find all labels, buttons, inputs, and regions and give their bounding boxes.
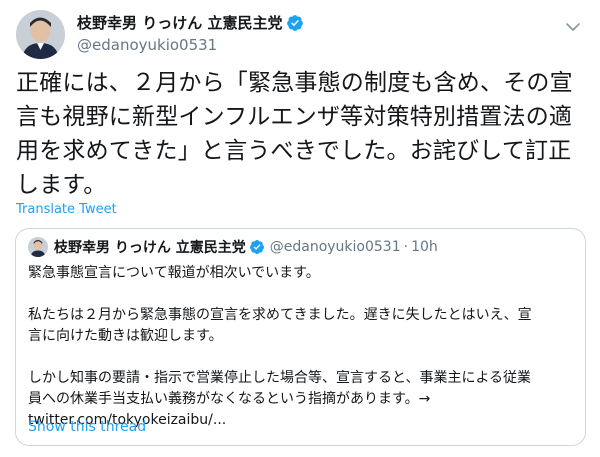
verified-badge-icon	[249, 240, 264, 254]
quoted-text-line: しかし知事の要請・指示で営業停止した場合等、宣言すると、事業主による従業	[28, 370, 532, 386]
author-header: 枝野幸男 りっけん 立憲民主党 @edanoyukio0531	[77, 12, 304, 54]
tweet: 枝野幸男 りっけん 立憲民主党 @edanoyukio0531 正確には、２月か…	[0, 0, 600, 457]
quoted-tweet-header: 枝野幸男 りっけん 立憲民主党 @edanoyukio0531 · 10h	[28, 237, 438, 257]
tweet-text-line: します。	[16, 172, 107, 198]
tweet-text-line: 言も視野に新型インフルエンザ等対策特別措置法の適	[16, 104, 573, 130]
avatar[interactable]	[16, 10, 65, 59]
quoted-timestamp: 10h	[411, 239, 438, 255]
tweet-text-line: 正確には、２月から「緊急事態の制度も含め、その宣	[16, 70, 573, 96]
quoted-tweet-card[interactable]: 枝野幸男 りっけん 立憲民主党 @edanoyukio0531 · 10h 緊急…	[15, 228, 586, 446]
tweet-text: 正確には、２月から「緊急事態の制度も含め、その宣 言も視野に新型インフルエンザ等…	[16, 66, 586, 202]
quoted-avatar	[28, 237, 48, 257]
quoted-text-line: 緊急事態宣言について報道が相次いでいます。	[28, 265, 320, 281]
display-name[interactable]: 枝野幸男 りっけん 立憲民主党	[77, 12, 282, 33]
translate-tweet-link[interactable]: Translate Tweet	[16, 202, 117, 217]
show-thread-link[interactable]: Show this thread	[28, 419, 146, 435]
quoted-text-line: 私たちは２月から緊急事態の宣言を求めてきました。遅きに失したとはいえ、宣	[28, 307, 532, 323]
tweet-text-line: 用を求めてきた」と言うべきでした。お詫びして訂正	[16, 138, 572, 164]
quoted-separator: ·	[403, 239, 409, 255]
chevron-down-icon[interactable]	[564, 18, 582, 36]
quoted-text-line: 員への休業手当支払い義務がなくなるという指摘があります。→	[28, 391, 431, 407]
quoted-text-gap	[28, 284, 578, 305]
display-name-row: 枝野幸男 りっけん 立憲民主党	[77, 12, 304, 33]
quoted-handle: @edanoyukio0531	[269, 239, 401, 255]
quoted-text-gap	[28, 347, 578, 368]
avatar-image	[16, 10, 65, 59]
quoted-text-line: 言に向けた動きは歓迎します。	[28, 328, 223, 344]
quoted-avatar-image	[28, 237, 48, 257]
author-handle[interactable]: @edanoyukio0531	[77, 36, 304, 54]
verified-badge-icon	[287, 14, 304, 31]
quoted-display-name: 枝野幸男 りっけん 立憲民主党	[54, 240, 246, 256]
quoted-tweet-text: 緊急事態宣言について報道が相次いでいます。 私たちは２月から緊急事態の宣言を求め…	[28, 263, 578, 431]
